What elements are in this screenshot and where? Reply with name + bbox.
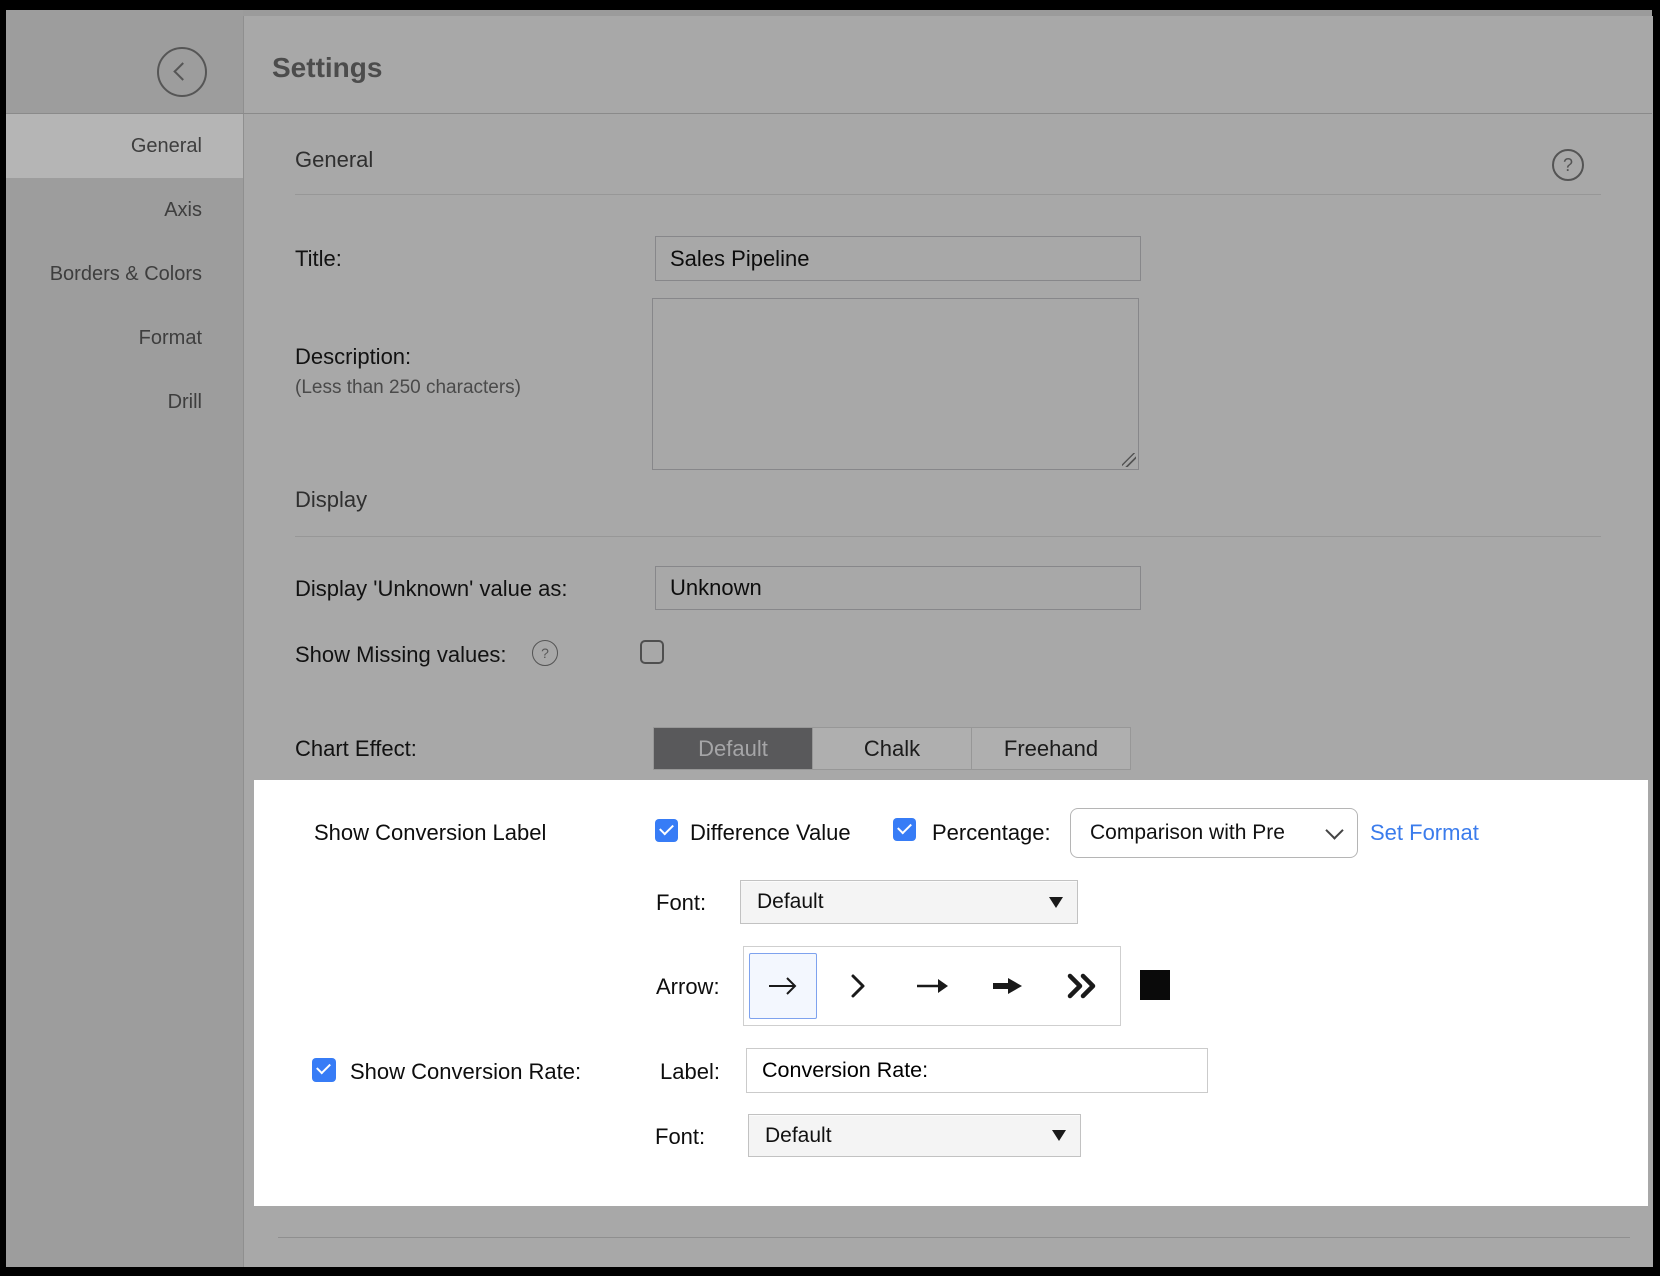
next-section-divider: [278, 1237, 1630, 1238]
general-section-divider: [295, 194, 1601, 195]
arrow-option-chevron[interactable]: [820, 947, 895, 1025]
display-unknown-input[interactable]: [655, 566, 1141, 610]
resize-grip-icon[interactable]: [1122, 453, 1136, 467]
show-conversion-rate-label: Show Conversion Rate:: [350, 1059, 581, 1085]
arrow-color-swatch[interactable]: [1140, 970, 1170, 1000]
arrow-option-thin-arrow[interactable]: [749, 953, 817, 1019]
comparison-select-value: Comparison with Pre: [1071, 821, 1320, 845]
title-input[interactable]: [655, 236, 1141, 281]
show-conversion-label: Show Conversion Label: [314, 820, 546, 846]
show-missing-values-label: Show Missing values:: [295, 642, 507, 668]
select-arrow-icon: [1049, 897, 1063, 908]
description-hint: (Less than 250 characters): [295, 377, 521, 399]
difference-value-label: Difference Value: [690, 820, 851, 846]
arrow-style-picker: [743, 946, 1121, 1026]
screenshot-canvas: Settings General Axis Borders & Colors F…: [0, 0, 1660, 1276]
display-section-heading: Display: [295, 487, 367, 513]
panel-title: Settings: [272, 52, 382, 84]
chevron-down-icon: [1325, 821, 1343, 839]
arrow-option-double-chevron[interactable]: [1045, 947, 1120, 1025]
missing-values-help-icon[interactable]: ?: [532, 640, 558, 666]
show-conversion-rate-checkbox[interactable]: [312, 1058, 336, 1082]
solid-head-arrow-icon: [915, 974, 949, 998]
description-label: Description:: [295, 344, 411, 370]
arrow-label: Arrow:: [656, 974, 720, 1000]
header-divider: [6, 113, 1652, 114]
help-icon[interactable]: ?: [1552, 149, 1584, 181]
set-format-link[interactable]: Set Format: [1370, 820, 1479, 846]
conversion-rate-font-select[interactable]: Default: [748, 1114, 1081, 1157]
conversion-rate-font-value: Default: [765, 1124, 832, 1148]
thin-arrow-icon: [766, 974, 800, 998]
chevron-arrow-icon: [840, 973, 874, 999]
conversion-label-font-label: Font:: [656, 890, 706, 916]
back-button[interactable]: [157, 47, 207, 97]
difference-value-checkbox[interactable]: [655, 819, 678, 842]
rate-label-input[interactable]: [746, 1048, 1208, 1093]
chart-effect-option-default[interactable]: Default: [654, 728, 812, 769]
chart-effect-control: Default Chalk Freehand: [653, 727, 1131, 770]
chart-effect-option-freehand[interactable]: Freehand: [971, 728, 1130, 769]
display-unknown-label: Display 'Unknown' value as:: [295, 576, 568, 602]
display-section-divider: [295, 536, 1601, 537]
select-arrow-icon: [1052, 1130, 1066, 1141]
double-chevron-icon: [1064, 973, 1100, 999]
chevron-left-icon: [173, 62, 191, 80]
general-section-heading: General: [295, 147, 373, 173]
title-label: Title:: [295, 246, 342, 272]
chart-effect-label: Chart Effect:: [295, 736, 417, 762]
comparison-select[interactable]: Comparison with Pre: [1070, 808, 1358, 858]
sidebar-item-general[interactable]: General: [6, 114, 243, 178]
conversion-rate-font-label: Font:: [655, 1124, 705, 1150]
heavy-arrow-icon: [991, 974, 1023, 998]
conversion-label-font-select[interactable]: Default: [740, 880, 1078, 924]
sidebar-item-format[interactable]: Format: [6, 306, 243, 370]
conversion-label-font-value: Default: [757, 890, 824, 914]
sidebar-item-axis[interactable]: Axis: [6, 178, 243, 242]
percentage-checkbox[interactable]: [893, 818, 916, 841]
chart-effect-option-chalk[interactable]: Chalk: [812, 728, 971, 769]
arrow-option-line-arrow-solid-head[interactable]: [895, 947, 970, 1025]
sidebar-item-borders-colors[interactable]: Borders & Colors: [6, 242, 243, 306]
sidebar-item-drill[interactable]: Drill: [6, 370, 243, 434]
percentage-label: Percentage:: [932, 820, 1051, 846]
description-textarea[interactable]: [652, 298, 1139, 470]
show-missing-values-checkbox[interactable]: [640, 640, 664, 664]
arrow-option-heavy-arrow[interactable]: [970, 947, 1045, 1025]
rate-label-field-label: Label:: [660, 1059, 720, 1085]
